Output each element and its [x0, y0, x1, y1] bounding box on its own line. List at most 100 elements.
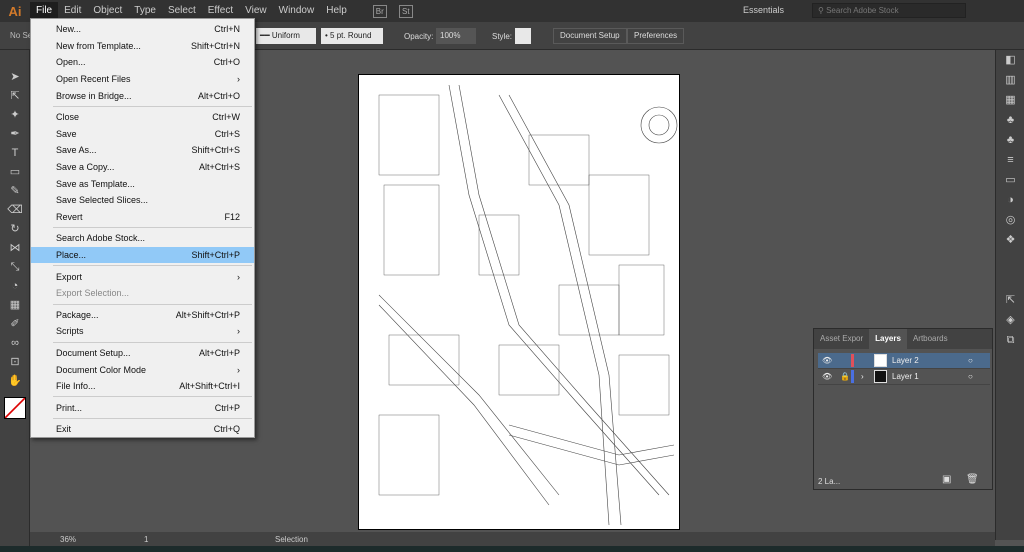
delete-layer-icon[interactable]: 🗑: [966, 474, 979, 485]
stroke-profile-select[interactable]: ━━ Uniform: [256, 28, 316, 44]
target-circle-icon[interactable]: ○: [968, 372, 973, 381]
free-transform-tool-icon[interactable]: ⤡: [0, 258, 30, 277]
artboards-panel-icon[interactable]: ⧉: [996, 330, 1024, 350]
menu-item-document-color-mode[interactable]: Document Color Mode ›: [31, 361, 254, 378]
panel-dock: ◧ ▥ ▦ ♣ ♣ ≡ ▭ ◑ ◎ ❖ ⇱ ◈ ⧉: [995, 50, 1024, 540]
brush-value: 5 pt. Round: [330, 31, 372, 40]
layer-name[interactable]: Layer 2: [892, 356, 919, 365]
gradient-panel-icon[interactable]: ▭: [996, 170, 1024, 190]
menu-item-shortcut: Ctrl+N: [214, 24, 240, 35]
menu-window[interactable]: Window: [273, 2, 321, 20]
shape-builder-tool-icon[interactable]: ◔: [0, 277, 30, 296]
export-panel-icon[interactable]: ⇱: [996, 290, 1024, 310]
color-guide-panel-icon[interactable]: ▥: [996, 70, 1024, 90]
appearance-panel-icon[interactable]: ◎: [996, 210, 1024, 230]
transparency-panel-icon[interactable]: ◑: [996, 190, 1024, 210]
menu-item-label: Document Color Mode: [56, 364, 147, 375]
tab-layers[interactable]: Layers: [869, 329, 907, 349]
tab-asset-expor[interactable]: Asset Expor: [814, 329, 869, 349]
menu-item-label: Print...: [56, 402, 83, 413]
preferences-button[interactable]: Preferences: [627, 28, 685, 44]
layer-row[interactable]: 👁 Layer 2 ○: [818, 353, 990, 369]
menu-item-shortcut: Ctrl+S: [214, 128, 240, 139]
type-tool-icon[interactable]: T: [0, 144, 30, 163]
swatches-panel-icon[interactable]: ▦: [996, 90, 1024, 110]
workspace-switcher[interactable]: Essentials: [743, 5, 784, 15]
search-icon: ⚲: [818, 6, 827, 15]
zoom-level[interactable]: 36%: [60, 535, 76, 544]
menu-item-shortcut: ›: [237, 364, 240, 375]
layer-row[interactable]: 👁 🔒 › Layer 1 ○: [818, 369, 990, 385]
pen-tool-icon[interactable]: ✒: [0, 125, 30, 144]
stock-icon[interactable]: St: [398, 4, 413, 18]
menu-item-save-as-template[interactable]: Save as Template...: [31, 175, 254, 192]
eyedropper-tool-icon[interactable]: ✐: [0, 315, 30, 334]
menu-item-save-as[interactable]: Save As... Shift+Ctrl+S: [31, 142, 254, 159]
perspective-grid-tool-icon[interactable]: ▦: [0, 296, 30, 315]
expand-chevron-icon[interactable]: ›: [861, 372, 864, 381]
menu-item-search-adobe-stock[interactable]: Search Adobe Stock...: [31, 230, 254, 247]
menu-item-package[interactable]: Package... Alt+Shift+Ctrl+P: [31, 307, 254, 324]
menu-item-scripts[interactable]: Scripts ›: [31, 323, 254, 340]
menu-item-label: Close: [56, 112, 80, 123]
blend-tool-icon[interactable]: ∞: [0, 334, 30, 353]
paintbrush-tool-icon[interactable]: ✎: [0, 182, 30, 201]
menu-item-open-recent-files[interactable]: Open Recent Files ›: [31, 71, 254, 88]
menu-item-shortcut: F12: [224, 211, 240, 222]
menu-item-save-selected-slices[interactable]: Save Selected Slices...: [31, 192, 254, 209]
menu-item-save-a-copy[interactable]: Save a Copy... Alt+Ctrl+S: [31, 159, 254, 176]
opacity-input[interactable]: 100%: [436, 28, 476, 44]
menu-item-new-from-template[interactable]: New from Template... Shift+Ctrl+N: [31, 38, 254, 55]
selection-tool-icon[interactable]: ➤: [0, 68, 30, 87]
lock-icon[interactable]: 🔒: [840, 372, 850, 381]
menu-item-document-setup[interactable]: Document Setup... Alt+Ctrl+P: [31, 345, 254, 362]
menu-item-open[interactable]: Open... Ctrl+O: [31, 54, 254, 71]
visibility-eye-icon[interactable]: 👁: [822, 356, 832, 365]
eraser-tool-icon[interactable]: ⌫: [0, 201, 30, 220]
hand-tool-icon[interactable]: ✋: [0, 372, 30, 391]
layer-name[interactable]: Layer 1: [892, 372, 919, 381]
layers-panel-icon[interactable]: ◈: [996, 310, 1024, 330]
stock-search-input[interactable]: ⚲ Search Adobe Stock: [812, 3, 966, 18]
menu-item-file-info[interactable]: File Info... Alt+Shift+Ctrl+I: [31, 378, 254, 395]
menu-item-save[interactable]: Save Ctrl+S: [31, 126, 254, 143]
new-layer-icon[interactable]: ▣: [942, 474, 951, 485]
menu-separator: [53, 396, 252, 398]
fill-stroke-swatch[interactable]: [4, 397, 26, 419]
menu-item-print[interactable]: Print... Ctrl+P: [31, 399, 254, 416]
menu-separator: [53, 105, 252, 107]
menu-item-new[interactable]: New... Ctrl+N: [31, 21, 254, 38]
menu-item-label: Revert: [56, 211, 83, 222]
artboard[interactable]: [358, 74, 680, 530]
menu-item-browse-in-bridge[interactable]: Browse in Bridge... Alt+Ctrl+O: [31, 87, 254, 104]
graphic-styles-panel-icon[interactable]: ❖: [996, 230, 1024, 250]
current-tool[interactable]: Selection: [275, 535, 308, 544]
artboard-tool-icon[interactable]: ⊡: [0, 353, 30, 372]
menu-item-export[interactable]: Export ›: [31, 268, 254, 285]
document-setup-button[interactable]: Document Setup: [553, 28, 627, 44]
brushes-panel-icon[interactable]: ♣: [996, 110, 1024, 130]
direct-selection-tool-icon[interactable]: ⇱: [0, 87, 30, 106]
menu-item-close[interactable]: Close Ctrl+W: [31, 109, 254, 126]
symbols-panel-icon[interactable]: ♣: [996, 130, 1024, 150]
menu-item-place[interactable]: Place... Shift+Ctrl+P: [31, 246, 254, 264]
tab-artboards[interactable]: Artboards: [907, 329, 954, 349]
magic-wand-tool-icon[interactable]: ✦: [0, 106, 30, 125]
stroke-panel-icon[interactable]: ≡: [996, 150, 1024, 170]
menu-item-label: Browse in Bridge...: [56, 90, 132, 101]
color-panel-icon[interactable]: ◧: [996, 50, 1024, 70]
menu-item-exit[interactable]: Exit Ctrl+Q: [31, 421, 254, 438]
brush-select[interactable]: • 5 pt. Round: [321, 28, 383, 44]
artboard-number[interactable]: 1: [144, 535, 148, 544]
style-swatch[interactable]: [515, 28, 531, 44]
rotate-tool-icon[interactable]: ↻: [0, 220, 30, 239]
menu-item-revert[interactable]: Revert F12: [31, 209, 254, 226]
rectangle-tool-icon[interactable]: ▭: [0, 163, 30, 182]
panel-tabs: Asset Expor Layers Artboards: [814, 329, 992, 349]
bridge-icon[interactable]: Br: [372, 4, 387, 18]
width-tool-icon[interactable]: ⋈: [0, 239, 30, 258]
target-circle-icon[interactable]: ○: [968, 356, 973, 365]
menu-item-label: File Info...: [56, 381, 96, 392]
visibility-eye-icon[interactable]: 👁: [822, 372, 832, 381]
menu-help[interactable]: Help: [320, 2, 353, 20]
